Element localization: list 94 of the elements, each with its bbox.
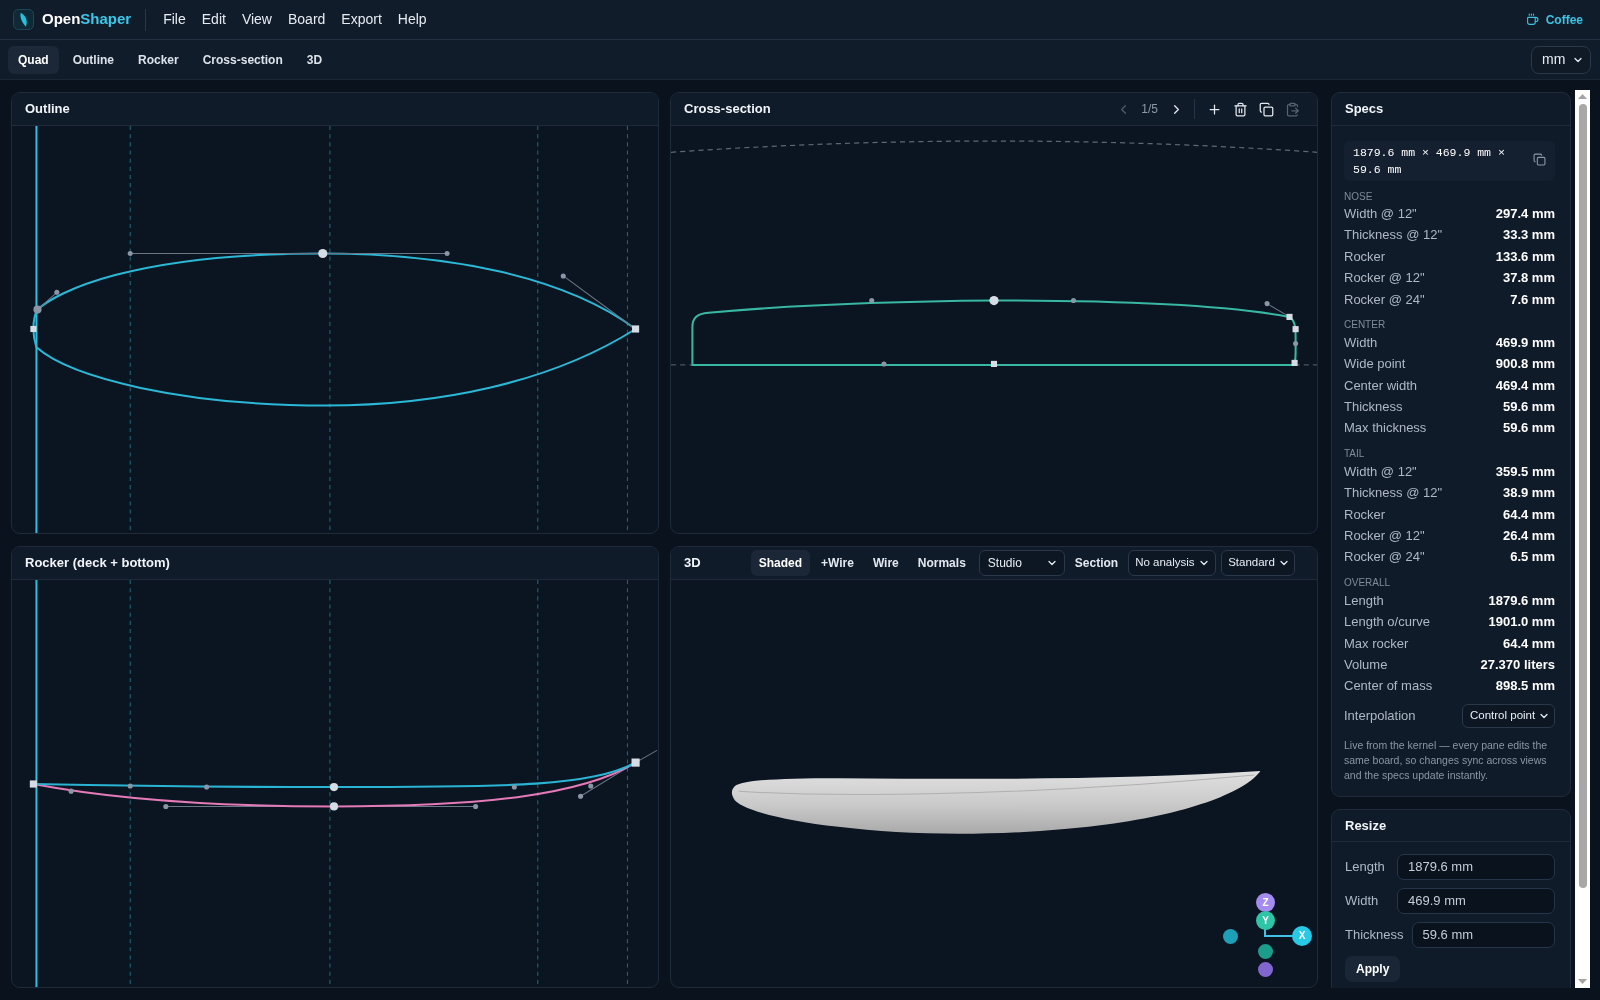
copy-dimensions-button[interactable] bbox=[1531, 151, 1547, 167]
spec-value: 38.9 mm bbox=[1502, 484, 1555, 503]
spec-label: Max thickness bbox=[1344, 419, 1427, 438]
spec-value: 1879.6 mm bbox=[1488, 591, 1555, 610]
spec-label: Max rocker bbox=[1344, 634, 1409, 653]
section-button[interactable]: Section bbox=[1067, 550, 1126, 576]
spec-value: 1901.0 mm bbox=[1488, 613, 1555, 632]
section-heading: OVERALL bbox=[1344, 576, 1392, 590]
menu-item[interactable]: Board bbox=[280, 9, 334, 30]
spec-label: Width @ 12" bbox=[1344, 204, 1417, 223]
panel-title: Resize bbox=[1345, 816, 1387, 835]
view-tab[interactable]: Quad bbox=[8, 45, 59, 74]
spec-value: 26.4 mm bbox=[1502, 527, 1555, 545]
spec-value: 469.9 mm bbox=[1495, 333, 1555, 352]
clipboard-icon bbox=[1284, 101, 1300, 117]
spec-label: Rocker bbox=[1344, 505, 1386, 524]
interpolation-label: Interpolation bbox=[1344, 707, 1416, 726]
spec-value: 359.5 mm bbox=[1495, 462, 1555, 481]
menu-item[interactable]: Edit bbox=[193, 9, 234, 30]
camera-select[interactable]: Standard bbox=[1221, 550, 1296, 576]
spec-label: Width @ 12" bbox=[1344, 462, 1417, 481]
section-heading: NOSE bbox=[1344, 189, 1374, 203]
spec-value: 27.370 liters bbox=[1480, 655, 1555, 674]
spec-label: Length o/curve bbox=[1344, 613, 1430, 632]
spec-label: Center of mass bbox=[1344, 677, 1433, 696]
spec-label: Wide point bbox=[1344, 355, 1406, 374]
plus-icon bbox=[1206, 101, 1222, 117]
spec-label: Width bbox=[1344, 333, 1378, 352]
spec-value: 7.6 mm bbox=[1510, 290, 1555, 309]
spec-label: Thickness @ 12" bbox=[1344, 484, 1442, 503]
interpolation-select[interactable]: Control point bbox=[1462, 703, 1555, 728]
spec-label: Length bbox=[1344, 591, 1384, 610]
render-mode-tab[interactable]: Shaded bbox=[750, 550, 810, 576]
spec-value: 33.3 mm bbox=[1502, 226, 1555, 245]
spec-value: 64.4 mm bbox=[1502, 634, 1555, 653]
input-field[interactable]: 1879.6 mm bbox=[1397, 853, 1555, 880]
spec-label: Rocker @ 12" bbox=[1344, 269, 1425, 288]
spec-value: 59.6 mm bbox=[1502, 419, 1555, 438]
section-counter: 1/5 bbox=[1140, 101, 1159, 118]
coffee-cup-icon bbox=[1525, 13, 1539, 26]
section-heading: TAIL bbox=[1344, 447, 1366, 461]
spec-label: Volume bbox=[1344, 655, 1388, 674]
spec-label: Rocker @ 24" bbox=[1344, 290, 1425, 309]
spec-label: Rocker @ 24" bbox=[1344, 548, 1425, 567]
menu-item[interactable]: File bbox=[155, 9, 194, 30]
spec-label: Rocker @ 12" bbox=[1344, 527, 1425, 545]
spec-value: 64.4 mm bbox=[1502, 505, 1555, 524]
spec-value: 59.6 mm bbox=[1502, 398, 1555, 417]
coffee-link[interactable]: Coffee bbox=[1525, 10, 1583, 29]
menu-item[interactable]: View bbox=[233, 9, 280, 30]
environment-select[interactable]: Studio bbox=[978, 550, 1065, 576]
spec-label: Thickness @ 12" bbox=[1344, 226, 1442, 245]
spec-value: 900.8 mm bbox=[1495, 355, 1555, 374]
input-field[interactable]: 59.6 mm bbox=[1411, 921, 1555, 948]
render-mode-tab[interactable]: +Wire bbox=[812, 550, 862, 576]
field-label: Thickness bbox=[1345, 926, 1404, 945]
trash-icon bbox=[1232, 101, 1248, 117]
brand-name: OpenShaper bbox=[42, 9, 132, 30]
view-tab[interactable]: Rocker bbox=[128, 45, 189, 74]
dimensions-text: 1879.6 mm × 469.9 mm × 59.6 mm bbox=[1353, 145, 1506, 178]
axis-lines-icon bbox=[1264, 929, 1293, 937]
field-label: Length bbox=[1345, 858, 1386, 877]
field-label: Width bbox=[1345, 892, 1380, 911]
analysis-select[interactable]: No analysis bbox=[1128, 550, 1217, 576]
spec-value: 6.5 mm bbox=[1510, 548, 1555, 567]
spec-value: 133.6 mm bbox=[1495, 247, 1555, 266]
spec-label: Rocker bbox=[1344, 247, 1386, 266]
spec-value: 469.4 mm bbox=[1495, 376, 1555, 395]
sync-note: Live from the kernel — every pane edits the same board, so changes sync across views and the specs update instantly. bbox=[1344, 737, 1549, 783]
logo-icon bbox=[13, 9, 34, 30]
pane-title: Outline bbox=[25, 100, 70, 119]
scrollbar-thumb[interactable] bbox=[1578, 104, 1587, 888]
copy-icon bbox=[1532, 152, 1546, 166]
section-heading: CENTER bbox=[1344, 318, 1387, 332]
menu-item[interactable]: Help bbox=[389, 9, 435, 30]
render-mode-tab[interactable]: Wire bbox=[864, 550, 907, 576]
render-mode-tab[interactable]: Normals bbox=[909, 550, 974, 576]
input-field[interactable]: 469.9 mm bbox=[1397, 887, 1555, 914]
spec-value: 898.5 mm bbox=[1495, 677, 1555, 696]
spec-label: Thickness bbox=[1344, 398, 1403, 417]
units-select[interactable]: mm bbox=[1531, 45, 1591, 74]
menu-item[interactable]: Export bbox=[333, 9, 390, 30]
view-tab[interactable]: Outline bbox=[62, 45, 124, 74]
spec-label: Center width bbox=[1344, 376, 1417, 395]
spec-value: 297.4 mm bbox=[1495, 204, 1555, 223]
view-tab[interactable]: 3D bbox=[296, 45, 333, 74]
pane-title: Cross-section bbox=[684, 100, 771, 119]
pane-title: Rocker (deck + bottom) bbox=[25, 554, 170, 573]
apply-button[interactable]: Apply bbox=[1345, 955, 1401, 982]
pane-title: 3D bbox=[684, 554, 701, 573]
copy-icon bbox=[1258, 101, 1274, 117]
panel-title: Specs bbox=[1345, 100, 1384, 119]
spec-value: 37.8 mm bbox=[1502, 269, 1555, 288]
view-tab[interactable]: Cross-section bbox=[192, 45, 293, 74]
